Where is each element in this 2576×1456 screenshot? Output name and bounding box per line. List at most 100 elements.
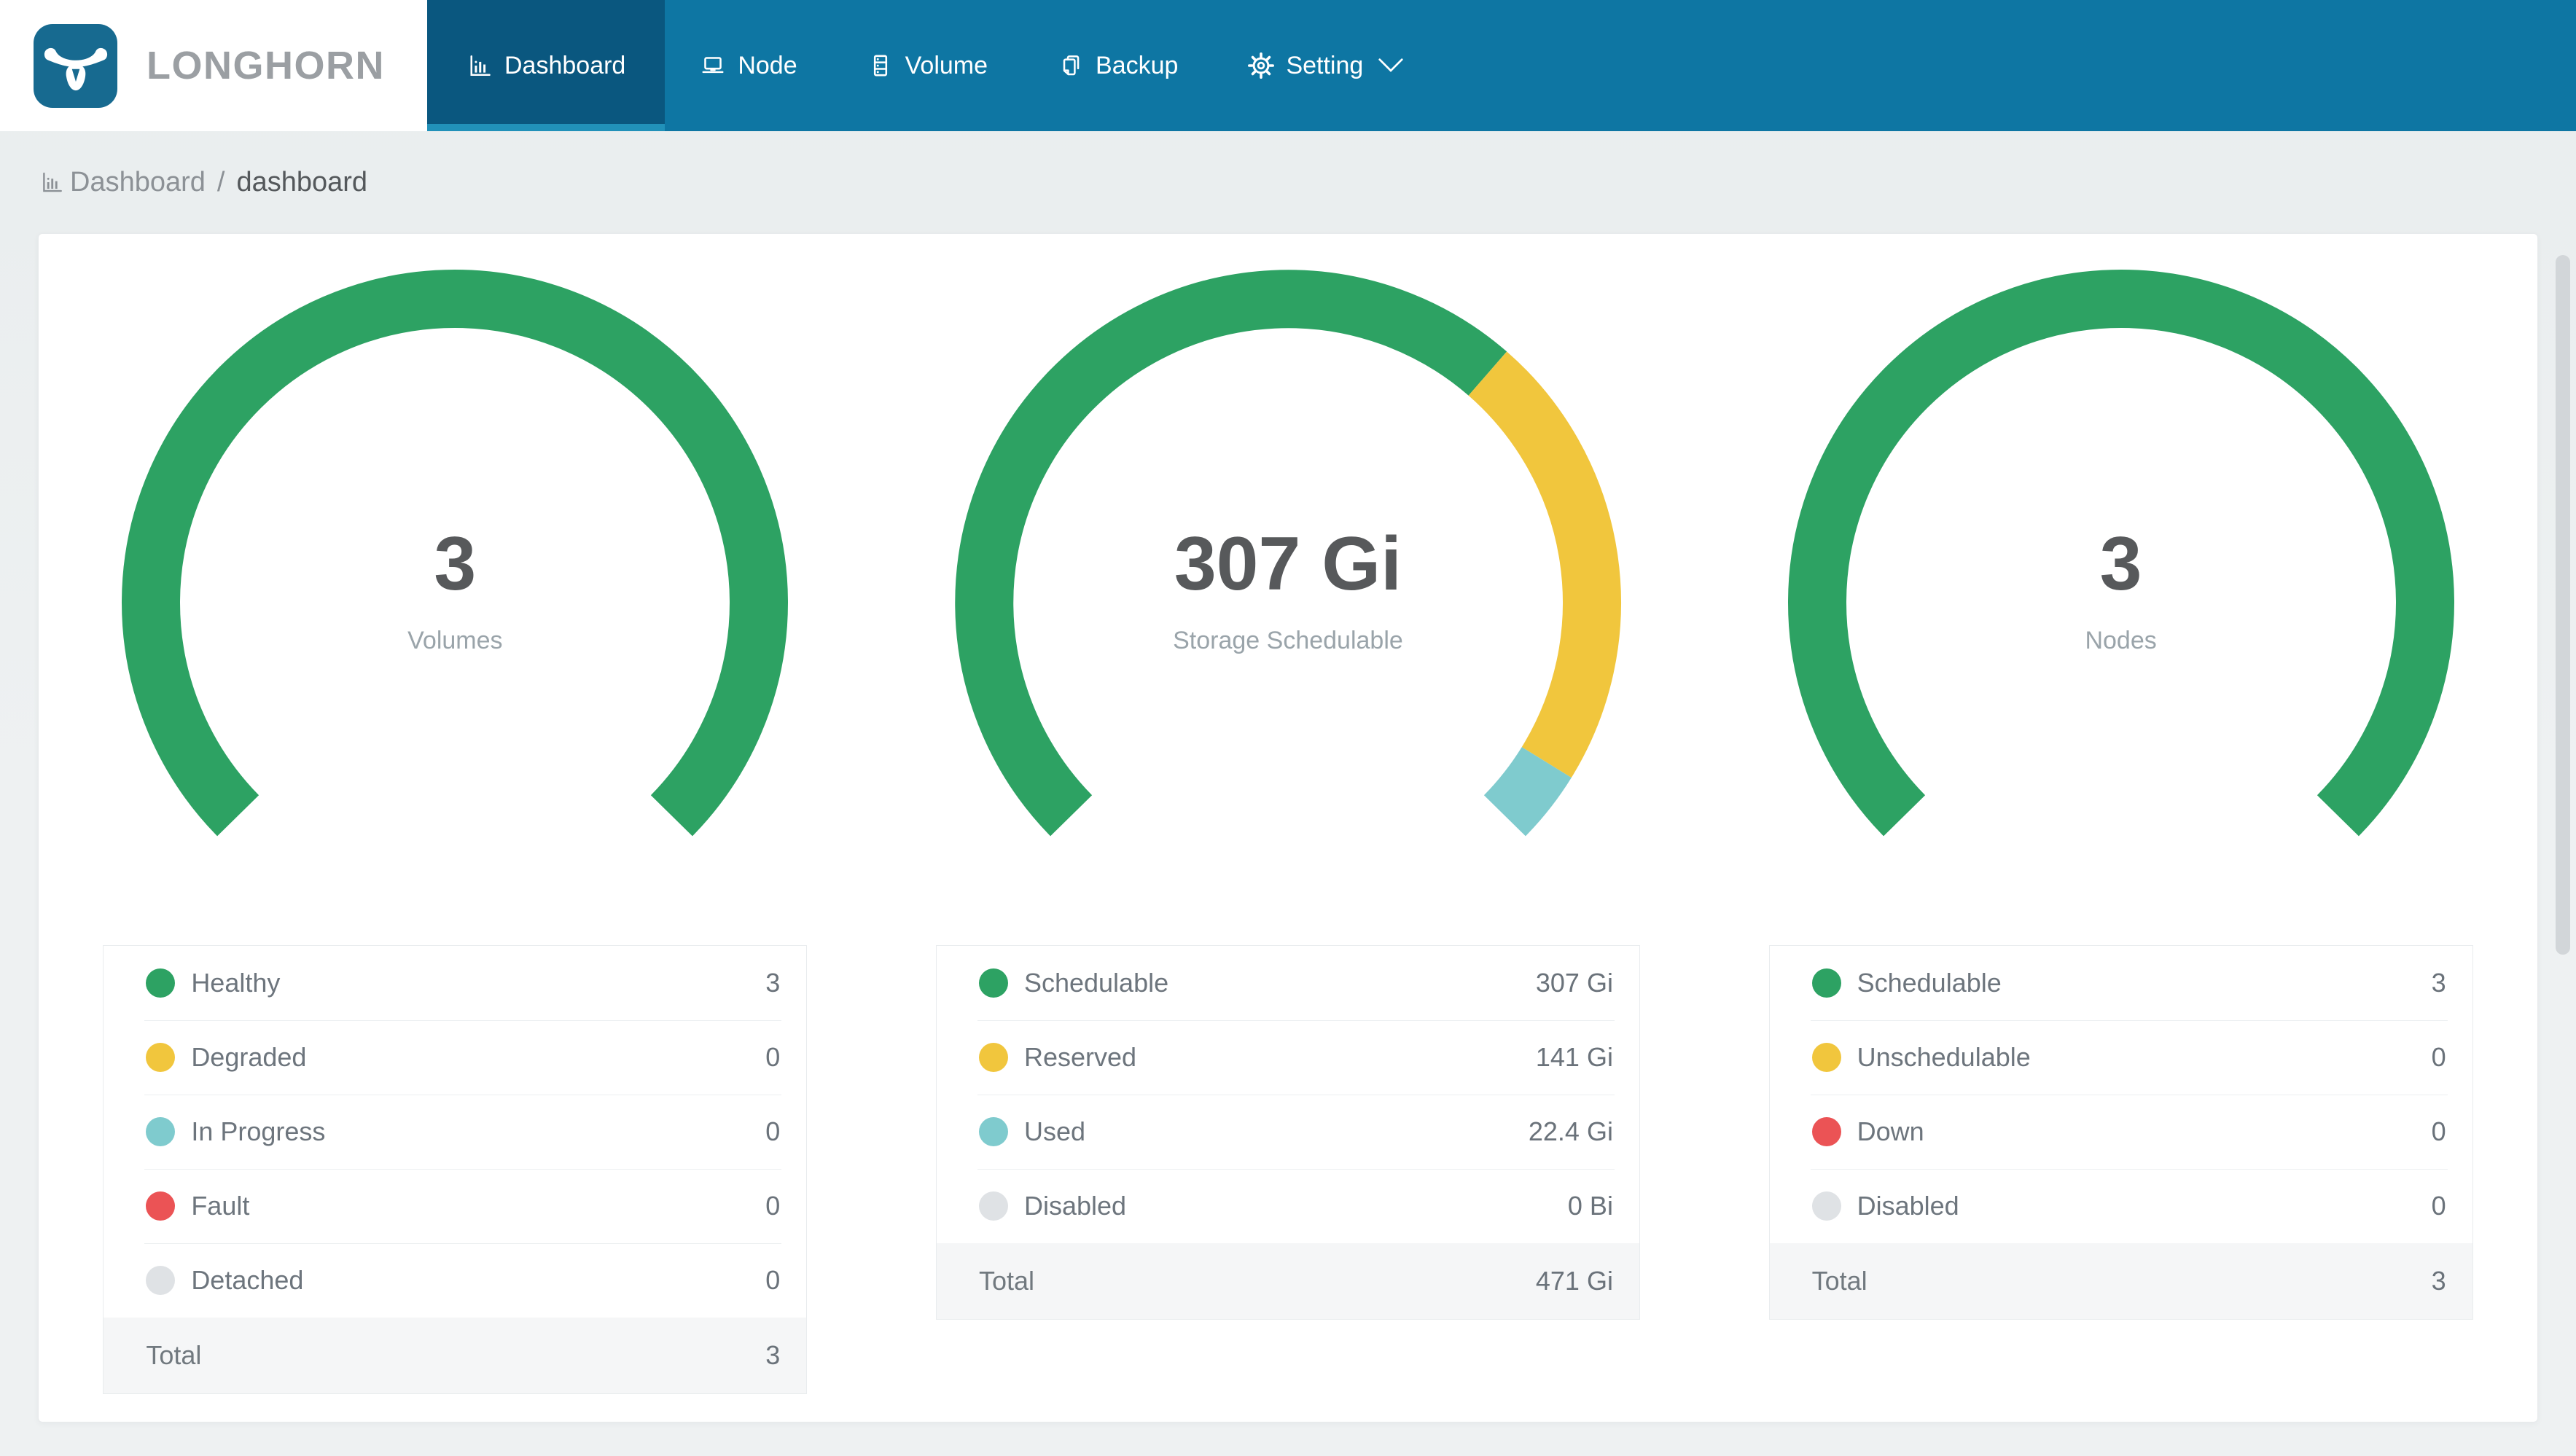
- legend-value: 141 Gi: [1535, 1042, 1613, 1072]
- tab-backup[interactable]: Backup: [1023, 0, 1213, 131]
- nav-tabs: Dashboard Node Volume Backup Setting: [427, 0, 1439, 131]
- legend-label: Schedulable: [1857, 968, 2002, 998]
- status-dot: [1811, 1117, 1841, 1146]
- tab-setting[interactable]: Setting: [1213, 0, 1439, 131]
- legend-row-schedulable: Schedulable 307 Gi: [937, 946, 1639, 1020]
- nodes-gauge-center: 3 Nodes: [1786, 253, 2456, 923]
- legend-label: Reserved: [1023, 1042, 1137, 1072]
- legend-value: 0: [2431, 1191, 2446, 1221]
- tab-node[interactable]: Node: [665, 0, 832, 131]
- legend-row-used: Used 22.4 Gi: [937, 1095, 1639, 1169]
- status-dot: [978, 1043, 1008, 1072]
- legend-total-row: Total 3: [1769, 1243, 2472, 1319]
- legend-label: Healthy: [191, 968, 281, 998]
- legend-value: 0: [765, 1042, 781, 1072]
- legend-label: Disabled: [1857, 1191, 1959, 1221]
- storage-label: Storage Schedulable: [1173, 627, 1403, 654]
- legend-row-fault: Fault 0: [104, 1169, 806, 1243]
- legend-value: 0: [2431, 1116, 2446, 1146]
- dashboard-card: 3 Volumes Healthy 3 Degraded 0 In Progre: [38, 233, 2538, 1422]
- breadcrumb-section[interactable]: Dashboard: [70, 167, 206, 198]
- tab-label: Node: [738, 51, 797, 79]
- storage-gauge-center: 307 Gi Storage Schedulable: [953, 253, 1623, 923]
- tab-label: Volume: [905, 51, 988, 79]
- total-label: Total: [1811, 1266, 1867, 1296]
- volumes-count: 3: [434, 522, 477, 606]
- nodes-panel: 3 Nodes Schedulable 3 Unschedulable 0 Do: [1704, 234, 2537, 1422]
- legend-value: 3: [2431, 968, 2446, 998]
- legend-row-disabled: Disabled 0: [1770, 1169, 2472, 1243]
- legend-value: 307 Gi: [1535, 968, 1613, 998]
- nodes-count: 3: [2099, 522, 2142, 606]
- legend-value: 0: [765, 1191, 781, 1221]
- status-dot: [146, 1266, 176, 1295]
- scrollbar-thumb[interactable]: [2556, 255, 2570, 955]
- legend-value: 22.4 Gi: [1528, 1116, 1613, 1146]
- status-dot: [146, 1043, 176, 1072]
- legend-label: Schedulable: [1023, 968, 1169, 998]
- copy-icon: [1063, 55, 1080, 76]
- brand-name: LONGHORN: [147, 44, 385, 87]
- legend-label: Degraded: [191, 1042, 307, 1072]
- status-dot: [978, 968, 1008, 998]
- legend-value: 0 Bi: [1567, 1191, 1613, 1221]
- storage-legend-table: Schedulable 307 Gi Reserved 141 Gi Used …: [935, 945, 1640, 1320]
- volumes-panel: 3 Volumes Healthy 3 Degraded 0 In Progre: [39, 234, 872, 1422]
- bar-chart-icon: [43, 172, 62, 192]
- total-value: 3: [765, 1340, 781, 1370]
- tab-label: Setting: [1286, 51, 1364, 79]
- status-dot: [978, 1117, 1008, 1146]
- legend-value: 0: [765, 1116, 781, 1146]
- legend-row-in-progress: In Progress 0: [104, 1095, 806, 1169]
- tab-label: Backup: [1096, 51, 1179, 79]
- nodes-label: Nodes: [2085, 627, 2157, 654]
- legend-value: 3: [765, 968, 781, 998]
- legend-label: Down: [1857, 1116, 1924, 1146]
- bull-icon: [44, 47, 107, 91]
- legend-total-row: Total 3: [104, 1318, 807, 1393]
- legend-row-detached: Detached 0: [104, 1243, 806, 1318]
- legend-label: Fault: [191, 1191, 250, 1221]
- volumes-label: Volumes: [407, 627, 503, 654]
- total-label: Total: [146, 1340, 202, 1370]
- total-value: 471 Gi: [1535, 1266, 1613, 1296]
- storage-gauge: 307 Gi Storage Schedulable: [953, 267, 1623, 938]
- storage-schedulable-amount: 307 Gi: [1174, 522, 1402, 606]
- laptop-icon: [702, 57, 724, 74]
- status-dot: [1811, 1191, 1841, 1221]
- status-dot: [146, 968, 176, 998]
- volumes-legend-table: Healthy 3 Degraded 0 In Progress 0 Fault…: [103, 945, 808, 1394]
- legend-row-unschedulable: Unschedulable 0: [1770, 1020, 2472, 1095]
- legend-label: Detached: [191, 1265, 304, 1295]
- legend-label: Used: [1023, 1116, 1085, 1146]
- legend-row-schedulable: Schedulable 3: [1770, 946, 2472, 1020]
- top-nav: LONGHORN Dashboard Node Volume Backup Se…: [0, 0, 2576, 131]
- legend-value: 0: [765, 1265, 781, 1295]
- legend-total-row: Total 471 Gi: [936, 1243, 1639, 1319]
- tab-label: Dashboard: [504, 51, 626, 79]
- status-dot: [1811, 968, 1841, 998]
- legend-row-healthy: Healthy 3: [104, 946, 806, 1020]
- status-dot: [978, 1191, 1008, 1221]
- legend-value: 0: [2431, 1042, 2446, 1072]
- legend-row-reserved: Reserved 141 Gi: [937, 1020, 1639, 1095]
- tab-dashboard[interactable]: Dashboard: [427, 0, 666, 131]
- volumes-gauge: 3 Volumes: [120, 267, 790, 938]
- legend-row-degraded: Degraded 0: [104, 1020, 806, 1095]
- status-dot: [146, 1117, 176, 1146]
- volumes-gauge-center: 3 Volumes: [120, 253, 790, 923]
- tab-volume[interactable]: Volume: [832, 0, 1023, 131]
- gear-icon: [1248, 52, 1275, 79]
- breadcrumb-current-page: dashboard: [236, 166, 368, 197]
- brand-logo[interactable]: LONGHORN: [0, 0, 427, 131]
- legend-label: Disabled: [1023, 1191, 1127, 1221]
- status-dot: [1811, 1043, 1841, 1072]
- total-label: Total: [978, 1266, 1034, 1296]
- legend-label: Unschedulable: [1857, 1042, 2031, 1072]
- bar-chart-icon: [470, 55, 491, 77]
- chevron-down-icon: [1378, 58, 1403, 72]
- breadcrumb: Dashboard / dashboard: [0, 131, 2576, 233]
- longhorn-logo-icon: [34, 23, 117, 108]
- breadcrumb-separator: /: [216, 166, 225, 197]
- nodes-gauge: 3 Nodes: [1786, 267, 2456, 938]
